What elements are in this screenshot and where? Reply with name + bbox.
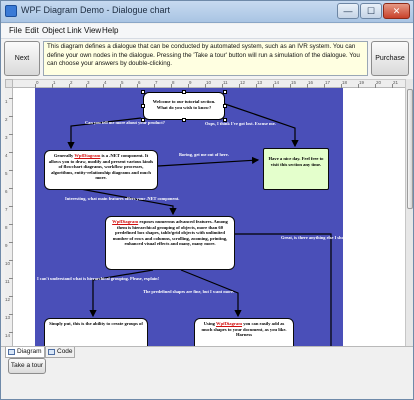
edge-label-predefined: The predefined shapes are fine, but I wa… — [143, 289, 234, 294]
ruler-number: 4 — [104, 80, 107, 85]
menu-file[interactable]: File — [9, 26, 22, 35]
selection-handle[interactable] — [141, 104, 145, 108]
ruler-number: 6 — [138, 80, 141, 85]
node-using-text-start: Using — [203, 321, 217, 326]
minimize-button[interactable]: — — [337, 3, 359, 19]
vertical-scrollbar[interactable] — [405, 79, 413, 346]
ruler-number: 12 — [5, 297, 11, 302]
ruler-number: 10 — [206, 80, 212, 85]
ruler-number: 5 — [5, 171, 8, 176]
description-text: This diagram defines a dialogue that can… — [43, 41, 368, 76]
ruler-number: 15 — [291, 80, 297, 85]
ruler-number: 4 — [5, 153, 8, 158]
status-area — [1, 376, 413, 399]
scrollbar-thumb[interactable] — [407, 89, 413, 209]
maximize-button[interactable]: ☐ — [360, 3, 382, 19]
ruler-number: 1 — [53, 80, 56, 85]
close-button[interactable]: ✕ — [383, 3, 410, 19]
product-name: WpfDiagram — [74, 153, 101, 158]
ruler-number: 8 — [172, 80, 175, 85]
ruler-number: 6 — [5, 189, 8, 194]
edge-label-oops: Oops, I think I've got lost. Excuse me. — [205, 121, 276, 126]
diagram-icon — [8, 349, 15, 355]
edge-label-interesting: Interesting, what main features offers y… — [65, 196, 180, 201]
menu-link[interactable]: Link — [67, 26, 82, 35]
tab-diagram[interactable]: Diagram — [5, 347, 45, 358]
code-icon — [48, 349, 55, 355]
ruler-number: 17 — [325, 80, 331, 85]
menu-object[interactable]: Object — [42, 26, 65, 35]
ruler-number: 13 — [5, 315, 11, 320]
selection-handle[interactable] — [182, 90, 186, 94]
ruler-number: 13 — [257, 80, 263, 85]
node-welcome-text: Welcome to our tutorial section. What do… — [152, 99, 216, 110]
menu-edit[interactable]: Edit — [25, 26, 39, 35]
ruler-number: 7 — [5, 207, 8, 212]
node-nice-day-text: Have a nice day. Feel free to visit this… — [268, 156, 324, 167]
ruler-number: 2 — [70, 80, 73, 85]
edge-boring — [157, 156, 260, 167]
node-simply-text: Simply put, this is the ability to creat… — [49, 321, 143, 326]
ruler-number: 10 — [5, 261, 11, 266]
tab-code[interactable]: Code — [45, 347, 75, 358]
info-bar: Next This diagram defines a dialogue tha… — [1, 39, 413, 79]
ruler-number: 18 — [342, 80, 348, 85]
ruler-number: 0 — [36, 80, 39, 85]
menu-view[interactable]: View — [84, 26, 101, 35]
edge-interesting — [74, 187, 177, 216]
view-tabs: Diagram Code — [1, 346, 413, 358]
selection-handle[interactable] — [223, 90, 227, 94]
ruler-number: 14 — [5, 333, 11, 338]
selection-handle[interactable] — [141, 90, 145, 94]
ruler-number: 9 — [189, 80, 192, 85]
app-icon — [5, 5, 17, 17]
purchase-button[interactable]: Purchase — [371, 41, 409, 76]
ruler-number: 16 — [308, 80, 314, 85]
title-bar[interactable]: WPF Diagram Demo - Dialogue chart — ☐ ✕ — [1, 1, 413, 23]
ruler-corner — [5, 79, 13, 88]
ruler-number: 14 — [274, 80, 280, 85]
ruler-number: 3 — [87, 80, 90, 85]
node-general-text-start: Generally — [53, 153, 75, 158]
ruler-number: 8 — [5, 225, 8, 230]
diagram-canvas[interactable]: Welcome to our tutorial section. What do… — [13, 88, 405, 346]
tab-diagram-label: Diagram — [17, 348, 42, 355]
node-using[interactable]: Using WpfDiagram you can easily add as m… — [194, 318, 294, 346]
product-name: WpfDiagram — [216, 321, 243, 326]
ruler-number: 11 — [5, 279, 10, 284]
vertical-ruler: 1 2 3 4 5 6 7 8 9 10 11 12 13 14 — [5, 88, 13, 346]
window-title: WPF Diagram Demo - Dialogue chart — [21, 5, 171, 15]
product-name: WpfDiagram — [112, 219, 139, 224]
ruler-number: 12 — [240, 80, 246, 85]
selection-handle[interactable] — [182, 118, 186, 122]
selection-handle[interactable] — [223, 104, 227, 108]
ruler-number: 9 — [5, 243, 8, 248]
ruler-number: 3 — [5, 135, 8, 140]
node-general[interactable]: Generally WpfDiagram is a .NET component… — [44, 150, 158, 190]
ruler-number: 2 — [5, 117, 8, 122]
ruler-number: 11 — [223, 80, 228, 85]
ruler-number: 1 — [5, 99, 8, 104]
tab-code-label: Code — [57, 348, 73, 355]
node-welcome[interactable]: Welcome to our tutorial section. What do… — [143, 92, 225, 120]
horizontal-ruler: 0 1 2 3 4 5 6 7 8 9 10 11 12 13 14 15 16 17 18 19 20 21 — [13, 79, 405, 88]
ruler-number: 19 — [359, 80, 365, 85]
next-button[interactable]: Next — [4, 41, 40, 76]
edge-label-great: Great, is there anything else I should k… — [281, 235, 364, 240]
ruler-number: 7 — [155, 80, 158, 85]
ruler-number: 21 — [393, 80, 399, 85]
app-window: WPF Diagram Demo - Dialogue chart — ☐ ✕ … — [0, 0, 414, 400]
ruler-number: 5 — [121, 80, 124, 85]
node-simply[interactable]: Simply put, this is the ability to creat… — [44, 318, 148, 346]
menu-help[interactable]: Help — [102, 26, 118, 35]
ruler-number: 20 — [376, 80, 382, 85]
menu-bar: File Edit Object Link View Help — [1, 24, 413, 39]
take-a-tour-button[interactable]: Take a tour — [8, 358, 46, 374]
edge-label-boring: Boring, get me out of here. — [179, 152, 229, 157]
node-advanced[interactable]: WpfDiagram exposes numerous advanced fea… — [105, 216, 235, 270]
edge-label-not-understand: I can't understand what is hierarchical … — [37, 276, 160, 281]
edge-label-tell-more: Can you tell me more about your product? — [85, 120, 165, 125]
node-nice-day[interactable]: Have a nice day. Feel free to visit this… — [263, 148, 329, 190]
